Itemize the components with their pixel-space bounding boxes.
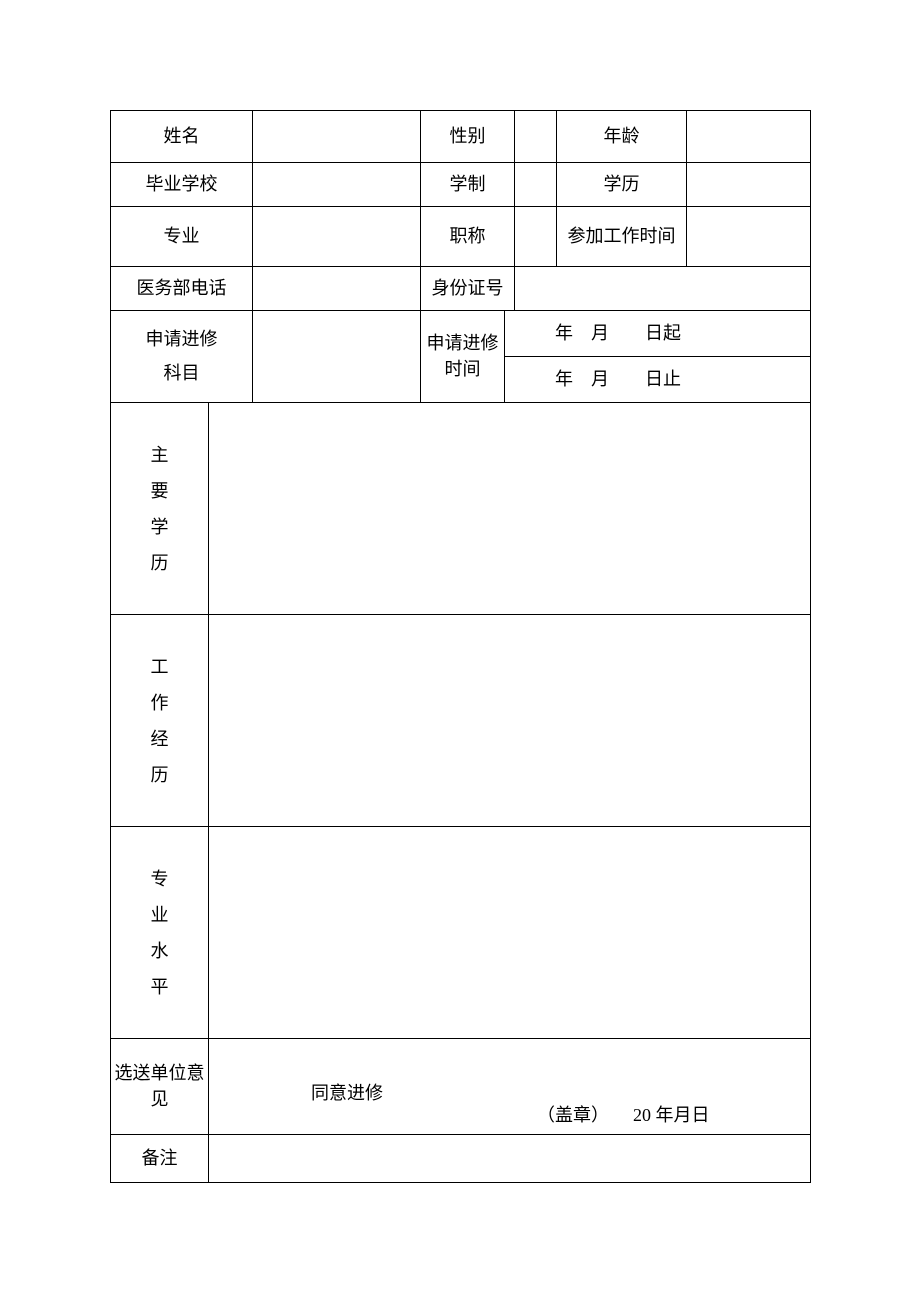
label-education-history: 主 要 学 历 bbox=[111, 403, 209, 615]
label-system: 学制 bbox=[421, 163, 515, 207]
value-school bbox=[253, 163, 421, 207]
label-opinion: 选送单位意见 bbox=[111, 1039, 209, 1135]
label-gender: 性别 bbox=[421, 111, 515, 163]
label-age: 年龄 bbox=[557, 111, 687, 163]
label-remark: 备注 bbox=[111, 1135, 209, 1183]
label-apply-time: 申请进修时间 bbox=[421, 311, 505, 403]
value-subject bbox=[253, 311, 421, 403]
value-remark bbox=[209, 1135, 811, 1183]
label-professional-level: 专 业 水 平 bbox=[111, 827, 209, 1039]
label-worktime: 参加工作时间 bbox=[557, 207, 687, 267]
value-system bbox=[515, 163, 557, 207]
opinion-agree-text: 同意进修 bbox=[311, 1081, 383, 1106]
application-form-table: 姓名 性别 年龄 毕业学校 学制 学历 专业 职称 参加工作时间 医务部电话 身… bbox=[110, 110, 811, 1183]
label-name: 姓名 bbox=[111, 111, 253, 163]
label-subject: 申请进修 科目 bbox=[111, 311, 253, 403]
value-opinion: 同意进修 （盖章） 20 年月日 bbox=[209, 1039, 811, 1135]
value-professional-level bbox=[209, 827, 811, 1039]
value-education-history bbox=[209, 403, 811, 615]
value-start-date: 年 月 日起 bbox=[505, 311, 811, 357]
value-phone bbox=[253, 267, 421, 311]
value-major bbox=[253, 207, 421, 267]
label-title: 职称 bbox=[421, 207, 515, 267]
value-name bbox=[253, 111, 421, 163]
label-degree: 学历 bbox=[557, 163, 687, 207]
label-id: 身份证号 bbox=[421, 267, 515, 311]
value-work-history bbox=[209, 615, 811, 827]
value-age bbox=[687, 111, 811, 163]
label-major: 专业 bbox=[111, 207, 253, 267]
value-gender bbox=[515, 111, 557, 163]
value-worktime bbox=[687, 207, 811, 267]
value-degree bbox=[687, 163, 811, 207]
opinion-stamp-text: （盖章） bbox=[537, 1103, 609, 1128]
opinion-date-text: 20 年月日 bbox=[633, 1103, 710, 1128]
label-phone: 医务部电话 bbox=[111, 267, 253, 311]
value-title bbox=[515, 207, 557, 267]
label-school: 毕业学校 bbox=[111, 163, 253, 207]
label-work-history: 工 作 经 历 bbox=[111, 615, 209, 827]
value-end-date: 年 月 日止 bbox=[505, 357, 811, 403]
value-id bbox=[515, 267, 811, 311]
